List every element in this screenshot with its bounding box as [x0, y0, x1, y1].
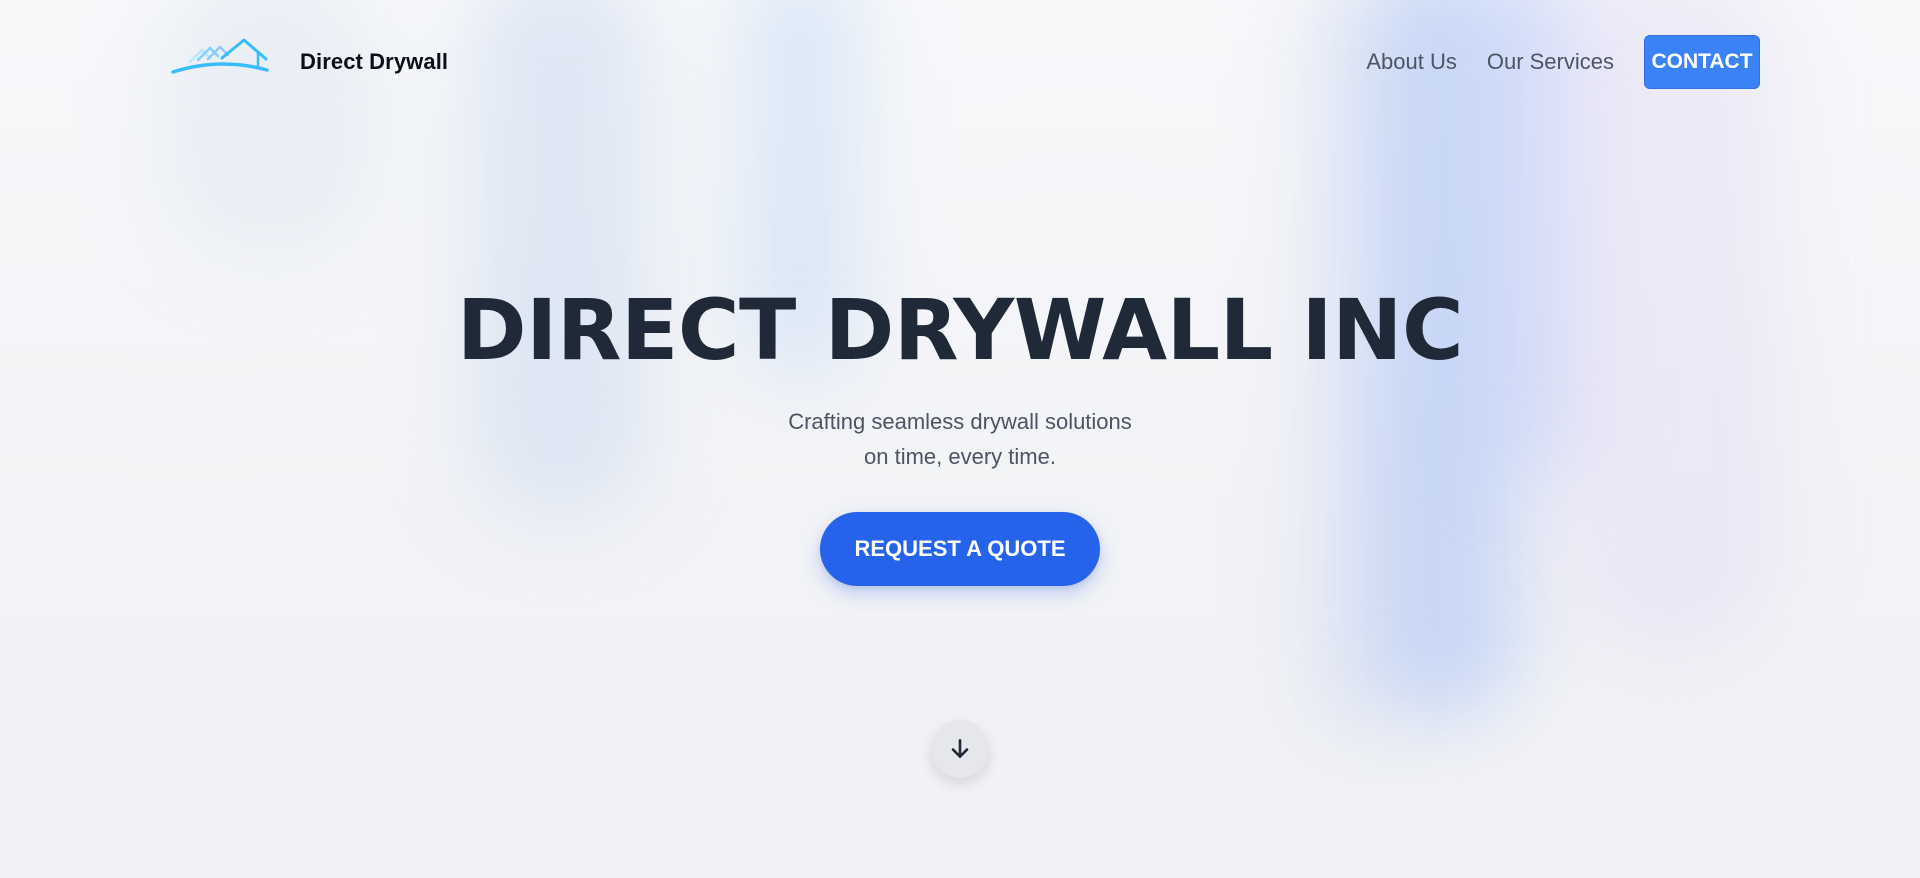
hero-section: DIRECT DRYWALL INC Crafting seamless dry… [0, 288, 1920, 586]
site-header: Direct Drywall About Us Our Services CON… [170, 30, 1760, 94]
hero-subtitle-line-2: on time, every time. [864, 444, 1056, 469]
house-roof-logo-icon [171, 38, 269, 74]
hero-subtitle-line-1: Crafting seamless drywall solutions [788, 409, 1132, 434]
hero-subtitle: Crafting seamless drywall solutions on t… [0, 404, 1920, 474]
scroll-down-button[interactable] [931, 720, 989, 778]
contact-button[interactable]: CONTACT [1644, 35, 1760, 89]
brand-name: Direct Drywall [300, 49, 449, 74]
brand-home-link[interactable]: Direct Drywall [170, 37, 448, 87]
request-quote-button[interactable]: REQUEST A QUOTE [820, 512, 1100, 586]
arrow-down-icon [951, 739, 969, 758]
main-nav: About Us Our Services CONTACT [1366, 35, 1760, 89]
nav-link-our-services[interactable]: Our Services [1487, 49, 1614, 75]
nav-link-about-us[interactable]: About Us [1366, 49, 1457, 75]
hero-title: DIRECT DRYWALL INC [456, 281, 1464, 379]
landing-page: Direct Drywall About Us Our Services CON… [0, 0, 1920, 878]
